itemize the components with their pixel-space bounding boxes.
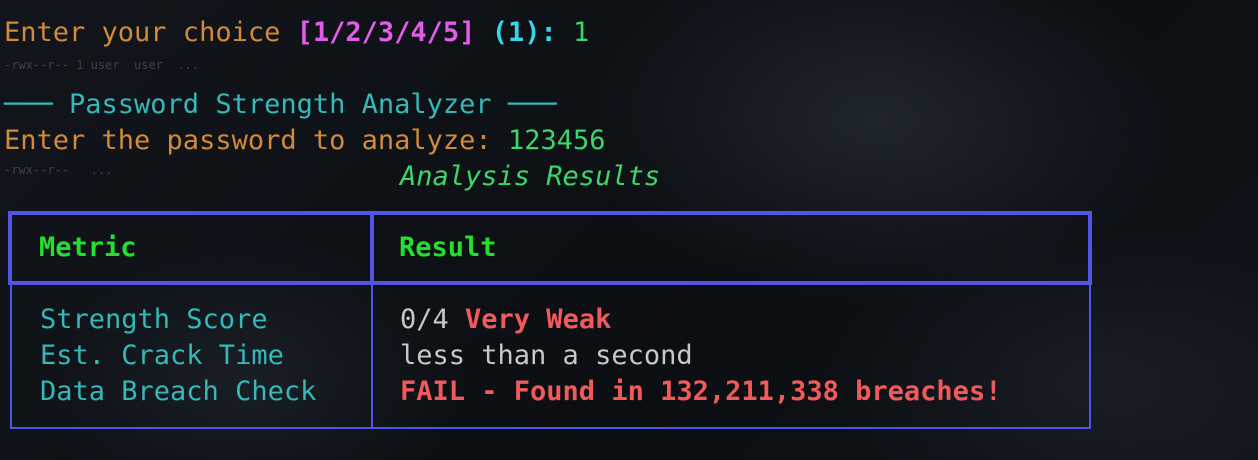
choice-separator: : <box>540 17 557 48</box>
table-row-result: FAIL - Found in 132,211,338 breaches! <box>400 376 1002 407</box>
table-body: Strength Score 0/4 Very Weak Est. Crack … <box>10 285 1091 429</box>
table-row-metric: Data Breach Check <box>40 376 317 407</box>
result-prefix: 0/4 <box>400 304 466 335</box>
ghost-line-1: -rwx--r-- 1 user user ... <box>4 58 200 72</box>
result-highlight: Very Weak <box>465 304 612 335</box>
choice-prompt-line: Enter your choice [1/2/3/4/5] (1): 1 <box>4 15 589 51</box>
ghost-line-2: -rwx--r-- ... <box>4 163 113 177</box>
header-metric: Metric <box>39 232 137 263</box>
password-prompt-label: Enter the password to analyze: <box>4 125 492 156</box>
results-table: Metric Result Strength Score 0/4 Very We… <box>8 211 1092 429</box>
table-row-metric: Est. Crack Time <box>40 340 284 371</box>
section-title: ─── Password Strength Analyzer ─── <box>4 89 557 120</box>
password-prompt-line: Enter the password to analyze: 123456 <box>4 123 605 159</box>
body-divider <box>371 285 373 427</box>
table-row-result: 0/4 Very Weak <box>400 302 611 338</box>
choice-options: [1/2/3/4/5] <box>296 17 476 48</box>
table-row-result: less than a second <box>400 340 693 371</box>
choice-prompt-label: Enter your choice <box>4 17 281 48</box>
results-title: Analysis Results <box>400 161 661 192</box>
table-row-metric: Strength Score <box>40 304 268 335</box>
password-input[interactable]: 123456 <box>508 125 606 156</box>
header-divider <box>370 215 374 281</box>
header-result: Result <box>399 232 497 263</box>
choice-input[interactable]: 1 <box>573 17 589 48</box>
choice-default: (1) <box>491 17 541 48</box>
table-header: Metric Result <box>8 211 1092 285</box>
